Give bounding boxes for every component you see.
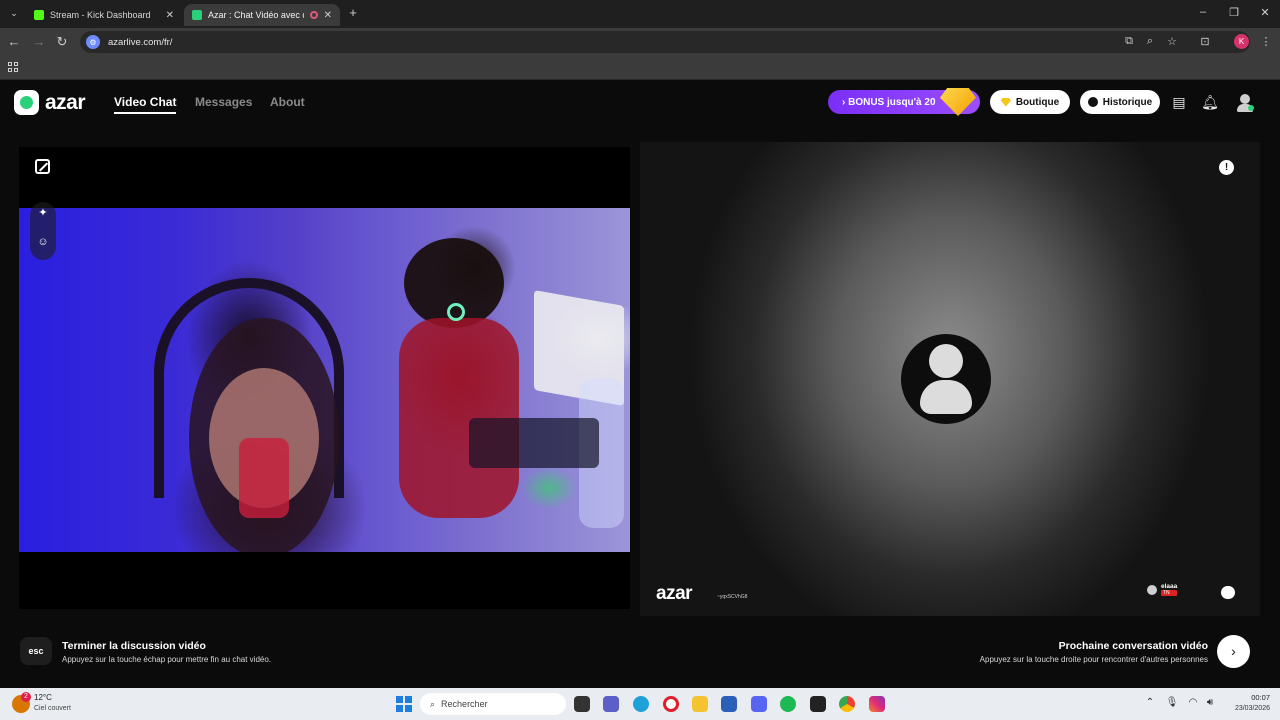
partner-avatar-placeholder	[901, 334, 991, 424]
expand-icon[interactable]	[35, 159, 50, 174]
end-chat-hint: Appuyez sur la touche échap pour mettre …	[62, 655, 272, 664]
nav-video-chat[interactable]: Video Chat	[114, 95, 176, 109]
account-avatar-icon[interactable]	[1236, 93, 1254, 112]
camera-effects-panel: ✦ ☺	[30, 202, 56, 260]
weather-badge: 2	[21, 692, 31, 702]
reload-icon[interactable]: ↻	[54, 34, 70, 50]
nav-active-underline	[114, 112, 176, 114]
diamond-icon	[1000, 97, 1011, 107]
browser-toolbar: ← → ↻ ⚙ azarlive.com/fr/ ⧉ ⌕ ☆ ⊡ K ⋮	[0, 28, 1280, 56]
back-icon[interactable]: ←	[6, 34, 22, 50]
kick-favicon-icon	[34, 10, 44, 20]
avatar-head	[929, 344, 963, 378]
file-explorer-icon[interactable]	[692, 696, 708, 712]
next-conversation-button[interactable]: ›	[1217, 635, 1250, 668]
history-clock-icon	[1087, 97, 1098, 107]
teams-icon[interactable]	[603, 696, 619, 712]
partner-video-panel: ! azar ~yqxSCVhG8 elaaa TN	[640, 142, 1260, 616]
forward-icon[interactable]: →	[31, 34, 47, 50]
task-view-icon[interactable]	[574, 696, 590, 712]
boutique-label: Boutique	[1015, 96, 1060, 108]
chrome-icon[interactable]	[839, 696, 855, 712]
end-chat-title: Terminer la discussion vidéo	[62, 640, 206, 652]
instagram-icon[interactable]	[869, 696, 885, 712]
spotify-icon[interactable]	[780, 696, 796, 712]
url-text: azarlive.com/fr/	[108, 36, 173, 48]
partner-user-chip[interactable]: elaaa TN	[1147, 583, 1178, 596]
zoom-icon[interactable]: ⌕	[1143, 35, 1157, 48]
boutique-button[interactable]: Boutique	[990, 90, 1070, 114]
inventory-box-icon[interactable]: ▤	[1170, 93, 1188, 111]
tab-title: Stream - Kick Dashboard	[50, 10, 151, 20]
weather-temperature[interactable]: 12°C	[34, 693, 52, 702]
esc-key-button[interactable]: esc	[20, 637, 52, 665]
bookmarks-bar	[0, 56, 1280, 80]
azar-page: azar Video Chat Messages About › BONUS j…	[0, 80, 1280, 688]
clock-date[interactable]: 23/03/2026	[1220, 705, 1270, 712]
new-tab-icon[interactable]: +	[345, 5, 361, 21]
tab-kick-dashboard[interactable]: Stream - Kick Dashboard ✕	[26, 4, 182, 26]
face-filter-icon[interactable]: ☺	[30, 236, 56, 248]
clock-time[interactable]: 00:07	[1226, 693, 1270, 702]
profile-avatar[interactable]: K	[1234, 34, 1249, 49]
chat-bubble-icon[interactable]	[1221, 586, 1235, 599]
discord-icon[interactable]	[751, 696, 767, 712]
bookmark-star-icon[interactable]: ☆	[1165, 35, 1179, 48]
recording-icon	[309, 11, 318, 19]
azar-logo-icon	[14, 90, 39, 115]
site-info-icon[interactable]: ⚙	[86, 35, 100, 49]
tab-search-icon[interactable]: ⌄	[6, 5, 22, 21]
partner-country: TN	[1161, 590, 1178, 596]
browser-tab-strip: ⌄ Stream - Kick Dashboard ✕ Azar : Chat …	[0, 0, 1280, 28]
historique-label: Historique	[1102, 96, 1153, 108]
install-app-icon[interactable]: ⧉	[1122, 35, 1136, 48]
minimize-icon[interactable]: –	[1195, 6, 1211, 18]
windows-taskbar: 2 12°C Ciel couvert ⌕ Rechercher ⌃ 🎙︎ ◠ …	[0, 688, 1280, 720]
wifi-icon[interactable]: ◠	[1186, 697, 1200, 708]
partner-name: elaaa	[1161, 583, 1178, 590]
menu-icon[interactable]: ⋮	[1259, 35, 1273, 48]
taskbar-search[interactable]: ⌕ Rechercher	[420, 693, 566, 715]
app-icon[interactable]	[810, 696, 826, 712]
notification-bell-icon[interactable]: 🔔︎	[1201, 93, 1219, 111]
volume-icon[interactable]: 🔊︎	[1203, 697, 1217, 708]
search-icon: ⌕	[430, 698, 436, 709]
logo-text: azar	[45, 90, 86, 114]
address-bar[interactable]: ⚙ azarlive.com/fr/	[80, 31, 1250, 53]
tab-azar[interactable]: Azar : Chat Vidéo avec de n ✕	[184, 4, 340, 26]
nav-about[interactable]: About	[270, 95, 305, 109]
watermark-id: ~yqxSCVhG8	[717, 594, 748, 600]
close-icon[interactable]: ✕	[324, 10, 332, 21]
apps-grid-icon[interactable]	[8, 62, 18, 72]
store-icon[interactable]	[721, 696, 737, 712]
azar-logo[interactable]: azar	[14, 90, 86, 115]
edge-icon[interactable]	[633, 696, 649, 712]
bonus-label: › BONUS jusqu'à 20	[842, 96, 936, 108]
weather-description[interactable]: Ciel couvert	[34, 705, 71, 712]
avatar-body	[920, 380, 972, 414]
historique-button[interactable]: Historique	[1080, 90, 1160, 114]
extensions-icon[interactable]: ⊡	[1198, 35, 1212, 48]
azar-favicon-icon	[192, 10, 202, 20]
tray-chevron-icon[interactable]: ⌃	[1143, 697, 1157, 708]
tab-title: Azar : Chat Vidéo avec de n	[208, 10, 304, 20]
local-camera-feed	[19, 208, 630, 552]
nav-messages[interactable]: Messages	[195, 95, 252, 109]
user-icon	[1147, 584, 1157, 595]
microphone-icon[interactable]: 🎙︎	[1165, 697, 1179, 708]
close-icon[interactable]: ✕	[166, 10, 174, 21]
local-camera-panel: ✦ ☺	[19, 147, 630, 609]
next-chat-hint: Appuyez sur la touche droite pour rencon…	[979, 655, 1208, 664]
report-icon[interactable]: !	[1219, 160, 1234, 175]
window-close-icon[interactable]: ✕	[1257, 6, 1273, 19]
maximize-icon[interactable]: ❐	[1226, 6, 1242, 19]
azar-watermark: azar	[656, 583, 693, 604]
gem-icon	[940, 88, 976, 116]
opera-icon[interactable]	[663, 696, 679, 712]
next-chat-title: Prochaine conversation vidéo	[1058, 640, 1208, 652]
magic-wand-icon[interactable]: ✦	[30, 206, 56, 219]
search-placeholder: Rechercher	[441, 699, 488, 709]
windows-start-icon[interactable]	[396, 696, 412, 712]
bonus-button[interactable]: › BONUS jusqu'à 20	[828, 88, 980, 116]
